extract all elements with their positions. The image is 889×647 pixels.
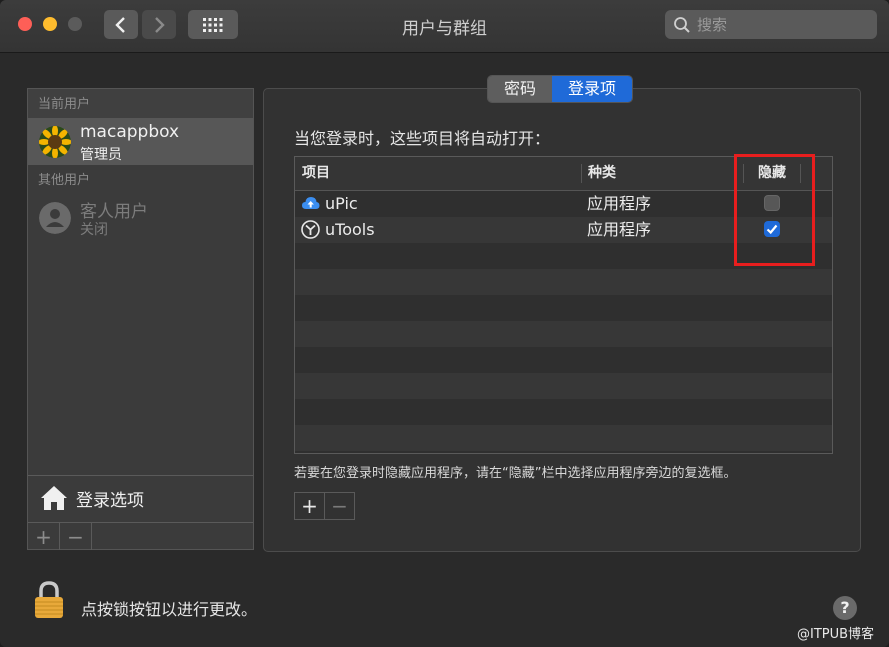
login-options-label: 登录选项: [76, 491, 144, 511]
utools-icon: [301, 220, 320, 239]
empty-row: [295, 347, 832, 373]
login-options-item[interactable]: 登录选项: [28, 475, 253, 522]
remove-user-button[interactable]: −: [60, 523, 92, 550]
empty-row: [295, 321, 832, 347]
user-name: macappbox: [80, 122, 180, 142]
remove-login-item-button[interactable]: −: [325, 493, 354, 519]
upic-cloud-icon: [302, 197, 320, 209]
empty-row: [295, 373, 832, 399]
login-items-button-bar: + −: [294, 492, 355, 520]
item-name: uPic: [325, 194, 358, 213]
current-users-header: 当前用户: [28, 89, 253, 118]
search-icon: [674, 17, 690, 33]
user-item-macappbox[interactable]: macappbox 管理员: [28, 118, 253, 165]
guest-avatar-icon: [39, 202, 71, 234]
empty-row: [295, 425, 832, 451]
tab-login-items[interactable]: 登录项: [552, 76, 633, 102]
house-icon: [41, 486, 67, 510]
guest-user-status: 关闭: [80, 222, 108, 238]
hide-hint-text: 若要在您登录时隐藏应用程序，请在“隐藏”栏中选择应用程序旁边的复选框。: [294, 466, 737, 481]
login-items-intro: 当您登录时，这些项目将自动打开：: [294, 129, 551, 148]
column-header-kind[interactable]: 种类: [588, 157, 616, 190]
column-divider: [581, 164, 582, 183]
help-button[interactable]: ?: [833, 596, 857, 620]
other-users-header: 其他用户: [38, 173, 91, 188]
add-login-item-button[interactable]: +: [295, 493, 325, 519]
empty-row: [295, 269, 832, 295]
user-role: 管理员: [80, 147, 122, 163]
add-user-button[interactable]: +: [28, 523, 60, 550]
title-bar: 用户与群组: [0, 0, 889, 53]
empty-row: [295, 399, 832, 425]
user-item-guest[interactable]: 客人用户 关闭: [28, 194, 253, 241]
column-header-item[interactable]: 项目: [302, 157, 330, 190]
item-name: uTools: [325, 220, 375, 239]
item-kind: 应用程序: [587, 194, 652, 213]
tab-password[interactable]: 密码: [488, 76, 553, 102]
search-field[interactable]: [665, 10, 877, 39]
preferences-window: 用户与群组 当前用户 macappbox 管理员 其他用户: [0, 0, 889, 647]
item-kind: 应用程序: [587, 220, 652, 239]
highlight-box: [734, 154, 815, 266]
sunflower-avatar-icon: [39, 126, 71, 158]
users-sidebar: 当前用户 macappbox 管理员 其他用户 客人用户 关闭 登录选项 + −: [27, 88, 254, 550]
lock-hint-text: 点按锁按钮以进行更改。: [81, 600, 258, 619]
watermark-text: @ITPUB博客: [797, 627, 875, 642]
sidebar-button-bar: + −: [28, 522, 253, 550]
search-input[interactable]: [695, 13, 874, 37]
tab-control: 密码 登录项: [487, 75, 634, 103]
lock-icon[interactable]: [33, 580, 65, 620]
empty-row: [295, 295, 832, 321]
